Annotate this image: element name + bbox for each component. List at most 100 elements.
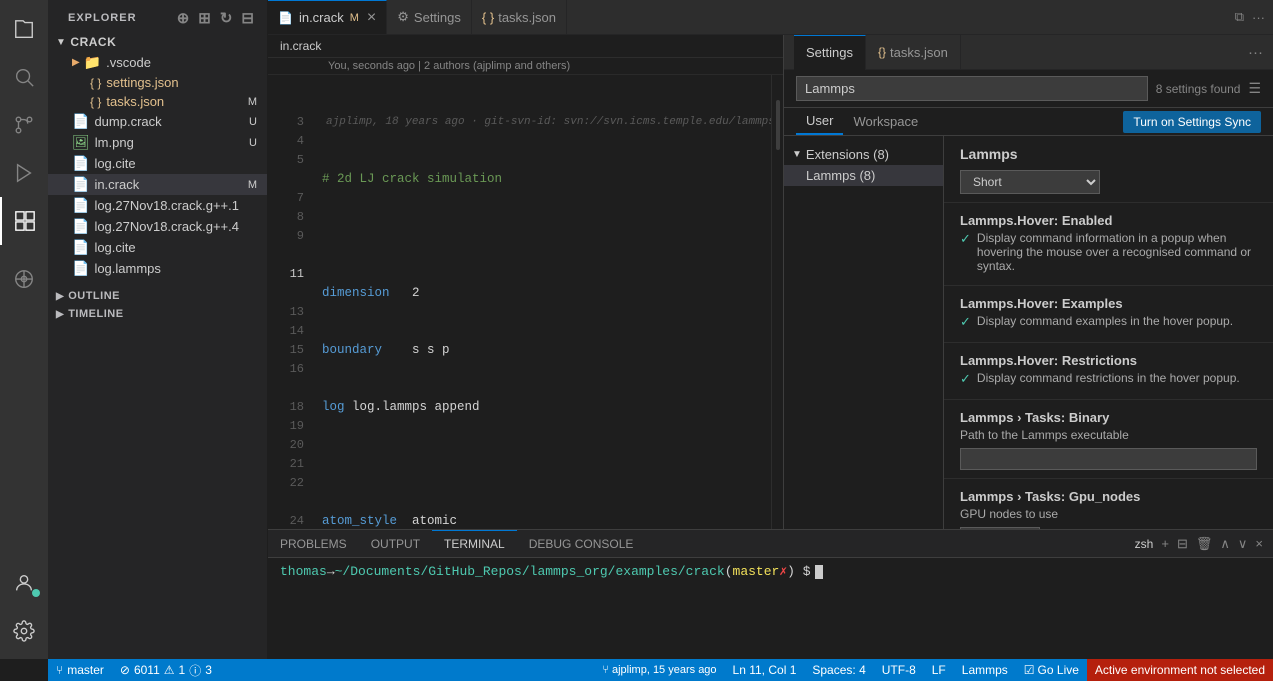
python-env-label: Active environment not selected bbox=[1095, 663, 1265, 677]
code-lines[interactable]: ajplimp, 18 years ago · git-svn-id: svn:… bbox=[318, 75, 771, 529]
workspace-tab[interactable]: Workspace bbox=[843, 109, 928, 134]
code-line: # 2d LJ crack simulation bbox=[322, 170, 771, 189]
in-crack-tab-close[interactable]: × bbox=[367, 9, 376, 27]
lm-png-label: lm.png bbox=[95, 135, 134, 150]
lammps-style-dropdown[interactable]: Short Long bbox=[960, 170, 1100, 194]
settings-gear-icon[interactable] bbox=[0, 607, 48, 655]
split-editor-icon[interactable]: ⧉ bbox=[1235, 9, 1244, 25]
source-control-icon[interactable] bbox=[0, 101, 48, 149]
encoding-status[interactable]: UTF-8 bbox=[874, 659, 924, 681]
git-blame-status[interactable]: ⑂ ajplimp, 15 years ago bbox=[594, 659, 724, 681]
editor-scrollbar[interactable] bbox=[771, 75, 783, 529]
debug-icon[interactable] bbox=[0, 149, 48, 197]
in-crack-tab-modified: M bbox=[350, 12, 359, 24]
terminal-zsh-label: zsh bbox=[1135, 537, 1154, 551]
code-line: boundary s s p bbox=[322, 341, 771, 360]
more-tabs-icon[interactable]: ··· bbox=[1252, 10, 1265, 25]
hover-enabled-title: Lammps.Hover: Enabled bbox=[960, 213, 1257, 228]
lammps-tree-item[interactable]: Lammps (8) bbox=[784, 165, 943, 186]
line-col-status[interactable]: Ln 11, Col 1 bbox=[725, 659, 805, 681]
language-status[interactable]: Lammps bbox=[954, 659, 1016, 681]
tasks-json-item[interactable]: { } tasks.json M bbox=[48, 92, 267, 111]
settings-inner-tab[interactable]: Settings bbox=[794, 35, 866, 70]
terminal-split-icon[interactable]: ⊟ bbox=[1177, 536, 1188, 552]
log-lammps-label: log.lammps bbox=[94, 261, 160, 276]
tasks-json-tab-label: tasks.json bbox=[498, 10, 556, 25]
terminal-path: ~/Documents/GitHub_Repos/lammps_org/exam… bbox=[335, 564, 725, 579]
output-tab[interactable]: OUTPUT bbox=[359, 530, 432, 558]
terminal-tab[interactable]: TERMINAL bbox=[432, 530, 517, 558]
hover-examples-setting: Lammps.Hover: Examples ✓ Display command… bbox=[944, 286, 1273, 343]
terminal-trash-icon[interactable]: 🗑 bbox=[1196, 536, 1213, 552]
problems-tab[interactable]: PROBLEMS bbox=[268, 530, 359, 558]
tasks-gpu-title: Lammps › Tasks: Gpu_nodes bbox=[960, 489, 1257, 504]
go-live-status[interactable]: ☑ Go Live bbox=[1016, 659, 1087, 681]
settings-filter-icon[interactable]: ☰ bbox=[1248, 80, 1261, 97]
settings-tab[interactable]: ⚙ Settings bbox=[387, 0, 472, 35]
python-env-status[interactable]: Active environment not selected bbox=[1087, 659, 1273, 681]
terminal-add-icon[interactable]: + bbox=[1161, 536, 1169, 551]
extensions-icon[interactable] bbox=[0, 197, 48, 245]
log4-item[interactable]: 📄 log.27Nov18.crack.g++.4 bbox=[48, 216, 267, 237]
eol-status[interactable]: LF bbox=[924, 659, 954, 681]
lammps-icon[interactable] bbox=[0, 255, 48, 303]
spaces-status[interactable]: Spaces: 4 bbox=[804, 659, 873, 681]
settings-search-input[interactable] bbox=[796, 76, 1148, 101]
settings-tree: ▼ Extensions (8) Lammps (8) bbox=[784, 136, 944, 529]
log-cite2-item[interactable]: 📄 log.cite bbox=[48, 237, 267, 258]
sync-settings-button[interactable]: Turn on Settings Sync bbox=[1123, 111, 1261, 133]
tasks-binary-desc: Path to the Lammps executable bbox=[960, 428, 1257, 442]
log-cite-item[interactable]: 📄 log.cite bbox=[48, 153, 267, 174]
status-bar: ⑂ master ⊘ 6011 ⚠ 1 ⓘ 3 ⑂ ajplimp, 15 ye… bbox=[48, 659, 1273, 681]
git-branch-status[interactable]: ⑂ master bbox=[48, 659, 112, 681]
extensions-tree-item[interactable]: ▼ Extensions (8) bbox=[784, 144, 943, 165]
settings-inner-tab-label: Settings bbox=[806, 45, 853, 60]
user-tab[interactable]: User bbox=[796, 108, 843, 135]
timeline-section[interactable]: ▶TIMELINE bbox=[48, 305, 267, 323]
search-icon[interactable] bbox=[0, 53, 48, 101]
hover-restrictions-desc: Display command restrictions in the hove… bbox=[977, 371, 1240, 385]
in-crack-item[interactable]: 📄 in.crack M bbox=[48, 174, 267, 195]
account-icon[interactable] bbox=[0, 559, 48, 607]
terminal-close-icon[interactable]: × bbox=[1255, 536, 1263, 551]
terminal-area: PROBLEMS OUTPUT TERMINAL DEBUG CONSOLE z… bbox=[268, 529, 1273, 659]
terminal-up-icon[interactable]: ∧ bbox=[1220, 536, 1230, 552]
settings-panel-menu-icon[interactable]: ··· bbox=[1248, 44, 1263, 61]
refresh-icon[interactable]: ↻ bbox=[220, 9, 234, 27]
debug-console-tab[interactable]: DEBUG CONSOLE bbox=[517, 530, 646, 558]
terminal-body[interactable]: thomas → ~/Documents/GitHub_Repos/lammps… bbox=[268, 558, 1273, 659]
new-folder-icon[interactable]: ⊞ bbox=[198, 9, 212, 27]
errors-status[interactable]: ⊘ 6011 ⚠ 1 ⓘ 3 bbox=[112, 659, 220, 681]
lm-png-item[interactable]: 🖼 lm.png U bbox=[48, 132, 267, 153]
log1-item[interactable]: 📄 log.27Nov18.crack.g++.1 bbox=[48, 195, 267, 216]
terminal-down-icon[interactable]: ∨ bbox=[1238, 536, 1248, 552]
new-file-icon[interactable]: ⊕ bbox=[177, 9, 191, 27]
git-blame-label: ⑂ ajplimp, 15 years ago bbox=[602, 664, 716, 676]
log-cite-label: log.cite bbox=[94, 156, 135, 171]
hover-enabled-desc: Display command information in a popup w… bbox=[977, 231, 1257, 273]
language-label: Lammps bbox=[962, 663, 1008, 677]
tasks-json-inner-label: tasks.json bbox=[890, 45, 948, 60]
code-body[interactable]: 3 4 5 7 8 9 11 13 14 15 bbox=[268, 75, 783, 529]
settings-tab-label: Settings bbox=[414, 10, 461, 25]
in-crack-tab[interactable]: 📄 in.crack M × bbox=[268, 0, 387, 35]
settings-content[interactable]: Lammps Short Long Lammps.Hover: Enabl bbox=[944, 136, 1273, 529]
tasks-binary-input[interactable]: /home/thomas/bin/lmp bbox=[960, 448, 1257, 470]
files-icon[interactable] bbox=[0, 5, 48, 53]
hover-restrictions-title: Lammps.Hover: Restrictions bbox=[960, 353, 1257, 368]
tasks-json-tab[interactable]: { } tasks.json bbox=[472, 0, 567, 35]
go-live-label: Go Live bbox=[1038, 663, 1079, 677]
line-numbers: 3 4 5 7 8 9 11 13 14 15 bbox=[268, 75, 318, 529]
author-text: You, seconds ago | 2 authors (ajplimp an… bbox=[328, 60, 570, 72]
collapse-all-icon[interactable]: ⊟ bbox=[241, 9, 255, 27]
terminal-cursor[interactable] bbox=[815, 565, 823, 579]
log-lammps-item[interactable]: 📄 log.lammps bbox=[48, 258, 267, 279]
terminal-prompt-line: thomas → ~/Documents/GitHub_Repos/lammps… bbox=[280, 564, 1261, 579]
code-line: atom_style atomic bbox=[322, 512, 771, 529]
tasks-json-inner-tab[interactable]: {} tasks.json bbox=[866, 35, 961, 70]
vscode-folder[interactable]: ▶ 📁 .vscode bbox=[48, 52, 267, 73]
settings-json-item[interactable]: { } settings.json bbox=[48, 73, 267, 92]
crack-section[interactable]: ▼ CRACK bbox=[48, 32, 267, 52]
outline-section[interactable]: ▶OUTLINE bbox=[48, 287, 267, 305]
dump-crack-item[interactable]: 📄 dump.crack U bbox=[48, 111, 267, 132]
